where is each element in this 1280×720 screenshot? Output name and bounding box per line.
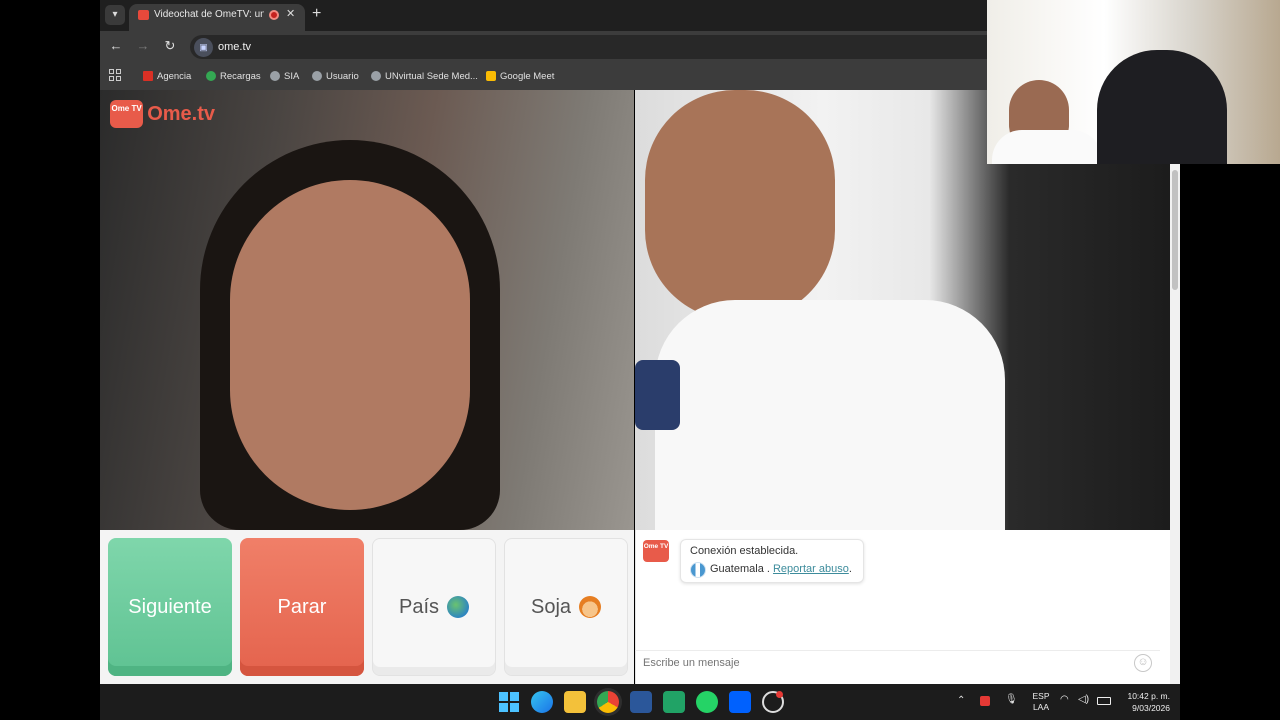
stop-button-label: Parar <box>277 595 327 618</box>
emoji-picker-icon[interactable]: ☺ <box>1134 654 1152 672</box>
tray-app-icon[interactable] <box>980 696 990 706</box>
volume-icon[interactable]: ◁) <box>1078 694 1089 705</box>
keyboard-layout: LAA <box>1032 702 1050 712</box>
ometv-favicon-icon <box>138 10 149 20</box>
bookmark-sia[interactable]: SIA <box>270 69 299 83</box>
stop-button[interactable]: Parar <box>240 538 364 676</box>
bookmark-label: Google Meet <box>500 70 555 82</box>
tab-search-dropdown-icon[interactable]: ▾ <box>105 5 125 25</box>
battery-icon[interactable] <box>1097 697 1111 705</box>
ometv-tv-icon: Ome TV <box>110 100 144 128</box>
scrollbar-thumb[interactable] <box>1172 170 1178 290</box>
bookmark-label: Usuario <box>326 70 359 82</box>
ometv-chat-avatar-icon: Ome TV <box>643 540 669 562</box>
windows-start-icon[interactable] <box>498 691 520 713</box>
meet-icon <box>486 71 496 81</box>
chat-message-input[interactable] <box>636 652 1126 674</box>
clock-date: 9/03/2026 <box>1132 703 1170 713</box>
tab-title: Videochat de OmeTV: una <box>154 9 264 20</box>
whatsapp-icon[interactable] <box>696 691 718 713</box>
stranger-video <box>100 90 634 530</box>
country-button-label: País <box>398 595 440 618</box>
bookmark-label: Recargas <box>220 70 261 82</box>
language-indicator[interactable]: ESP LAA <box>1031 691 1051 713</box>
person-emoji-icon <box>579 596 602 618</box>
site-info-icon[interactable]: ▣ <box>194 38 213 57</box>
chat-country-line: Guatemala . Reportar abuso. <box>710 563 852 575</box>
bookmark-usuario[interactable]: Usuario <box>312 69 359 83</box>
ometv-logo: Ome TV Ome.tv <box>110 98 215 130</box>
report-abuse-link[interactable]: Reportar abuso <box>773 563 849 575</box>
back-arrow-icon[interactable]: ← <box>108 38 124 54</box>
gender-button-label: Soja <box>530 595 572 618</box>
ometv-logo-text: Ome.tv <box>147 102 215 125</box>
separator: . <box>763 563 773 575</box>
globe-emoji-icon <box>447 596 470 618</box>
country-name: Guatemala <box>710 563 764 575</box>
guatemala-flag-icon <box>690 562 706 578</box>
recargas-icon <box>206 71 216 81</box>
forward-arrow-icon[interactable]: → <box>135 38 151 54</box>
apps-grid-icon[interactable] <box>109 69 121 81</box>
microphone-icon[interactable]: 🎙 <box>1005 694 1018 705</box>
bookmark-agencia[interactable]: Agencia <box>143 69 191 83</box>
bookmark-unvirtual[interactable]: UNvirtual Sede Med... <box>371 69 478 83</box>
excel-icon[interactable] <box>663 691 685 713</box>
edge-icon[interactable] <box>531 691 553 713</box>
gender-button[interactable]: Soja <box>504 538 628 676</box>
bookmark-label: SIA <box>284 70 300 82</box>
recording-indicator-icon <box>269 10 279 20</box>
new-tab-button[interactable]: + <box>312 5 328 23</box>
gmail-icon <box>143 71 153 81</box>
word-icon[interactable] <box>630 691 652 713</box>
tab-close-icon[interactable]: ✕ <box>286 7 298 21</box>
next-button-label: Siguiente <box>128 595 212 618</box>
globe-icon <box>270 71 280 81</box>
url-text[interactable]: ome.tv <box>218 41 251 53</box>
globe-icon <box>312 71 322 81</box>
globe-icon <box>371 71 381 81</box>
chevron-up-icon[interactable]: ⌃ <box>957 695 965 706</box>
bookmark-label: Agencia <box>157 70 192 82</box>
address-bar[interactable] <box>190 35 987 59</box>
next-button[interactable]: Siguiente <box>108 538 232 676</box>
clock-time: 10:42 p. m. <box>1127 691 1170 701</box>
bookmark-label: UNvirtual Sede Med... <box>385 70 478 82</box>
connection-status-text: Conexión establecida. <box>690 545 799 557</box>
bookmark-google-meet[interactable]: Google Meet <box>486 69 554 83</box>
report-suffix: . <box>848 563 852 575</box>
dropbox-icon[interactable] <box>729 691 751 713</box>
wifi-icon[interactable]: ◠ <box>1060 694 1069 705</box>
bookmark-recargas[interactable]: Recargas <box>206 69 261 83</box>
chat-divider <box>635 650 1160 651</box>
country-button[interactable]: País <box>372 538 496 676</box>
streamer-webcam-overlay <box>987 0 1280 164</box>
file-explorer-icon[interactable] <box>564 691 586 713</box>
clock[interactable]: 10:42 p. m. 9/03/2026 <box>1118 690 1170 714</box>
reload-icon[interactable]: ↻ <box>162 38 178 54</box>
language-code: ESP <box>1032 691 1050 701</box>
chrome-icon[interactable] <box>597 691 619 713</box>
recording-dot-icon <box>776 691 783 698</box>
